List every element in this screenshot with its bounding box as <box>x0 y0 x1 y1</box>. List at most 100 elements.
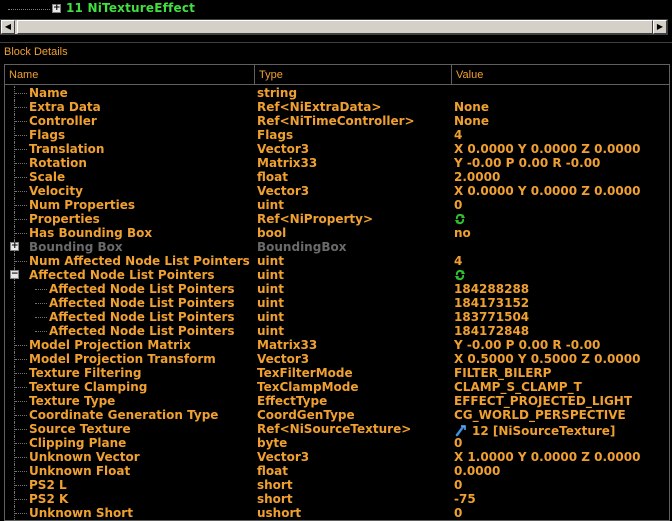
row-name: Texture Filtering <box>29 366 142 380</box>
table-row[interactable]: − Affected Node List Pointers uint <box>5 268 669 282</box>
row-name: Texture Type <box>29 394 116 408</box>
table-row[interactable]: Controller Ref<NiTimeController> None <box>5 114 669 128</box>
block-details-table: Name Type Value Name string Extra Data Ref<… <box>4 64 670 521</box>
column-header-type[interactable]: Type <box>255 65 452 84</box>
tree-expand-icon[interactable]: + <box>52 4 61 13</box>
row-value[interactable]: 184288288 <box>454 282 529 296</box>
row-value[interactable]: 2.0000 <box>454 170 500 184</box>
table-row[interactable]: Affected Node List Pointers uint 184288288 <box>5 282 669 296</box>
row-value[interactable]: X 0.5000 Y 0.5000 Z 0.0000 <box>454 352 640 366</box>
column-header-name[interactable]: Name <box>5 65 255 84</box>
table-row[interactable]: Translation Vector3 X 0.0000 Y 0.0000 Z 0.… <box>5 142 669 156</box>
table-row[interactable]: Texture Type EffectType EFFECT_PROJECTED_L… <box>5 394 669 408</box>
table-row[interactable]: Unknown Short ushort 0 <box>5 506 669 520</box>
row-value[interactable]: EFFECT_PROJECTED_LIGHT <box>454 394 632 408</box>
row-type: Ref<NiProperty> <box>257 212 374 226</box>
table-row[interactable]: Num Affected Node List Pointers uint 4 <box>5 254 669 268</box>
table-row[interactable]: Unknown Float float 0.0000 <box>5 464 669 478</box>
table-row[interactable]: PS2 L short 0 <box>5 478 669 492</box>
row-value[interactable]: 4 <box>454 128 462 142</box>
table-row[interactable]: Clipping Plane byte 0 <box>5 436 669 450</box>
table-row[interactable]: Texture Filtering TexFilterMode FILTER_BIL… <box>5 366 669 380</box>
table-row[interactable]: Coordinate Generation Type CoordGenType CG… <box>5 408 669 422</box>
tree-guide-line <box>15 261 27 262</box>
link-icon[interactable] <box>454 213 466 225</box>
tree-row-nitextureeffect[interactable]: + 11 NiTextureEffect <box>0 0 668 18</box>
row-value[interactable]: CLAMP_S_CLAMP_T <box>454 380 582 394</box>
table-row[interactable]: Flags Flags 4 <box>5 128 669 142</box>
row-value[interactable] <box>454 212 466 227</box>
tree-guide-line <box>15 107 27 108</box>
row-value[interactable]: 4 <box>454 254 462 268</box>
row-value[interactable]: 183771504 <box>454 310 529 324</box>
table-row[interactable]: Affected Node List Pointers uint 184173152 <box>5 296 669 310</box>
row-value[interactable]: 0.0000 <box>454 464 500 478</box>
table-row[interactable]: Num Properties uint 0 <box>5 198 669 212</box>
scroll-right-arrow-icon[interactable]: ▶ <box>653 20 667 34</box>
row-value[interactable]: None <box>454 100 489 114</box>
table-row[interactable]: Name string <box>5 86 669 100</box>
row-value[interactable]: Y -0.00 P 0.00 R -0.00 <box>454 156 600 170</box>
table-row[interactable]: Affected Node List Pointers uint 184172848 <box>5 324 669 338</box>
row-value-text: X 1.0000 Y 0.0000 Z 0.0000 <box>454 450 641 464</box>
row-value-text: X 0.5000 Y 0.5000 Z 0.0000 <box>454 352 641 366</box>
table-row[interactable]: + Bounding Box BoundingBox <box>5 240 669 254</box>
row-value[interactable]: 0 <box>454 436 462 450</box>
row-name: Affected Node List Pointers <box>49 282 235 296</box>
row-value[interactable]: FILTER_BILERP <box>454 366 551 380</box>
table-row[interactable]: Model Projection Transform Vector3 X 0.500… <box>5 352 669 366</box>
tree-guide-line <box>35 303 47 304</box>
table-row[interactable]: Texture Clamping TexClampMode CLAMP_S_CLAM… <box>5 380 669 394</box>
panel-divider[interactable] <box>0 42 672 43</box>
row-value[interactable]: 184172848 <box>454 324 529 338</box>
row-value[interactable] <box>454 268 466 283</box>
row-value[interactable]: X 0.0000 Y 0.0000 Z 0.0000 <box>454 184 640 198</box>
row-value-text: 0 <box>454 478 463 492</box>
tree-node-label[interactable]: 11 NiTextureEffect <box>66 1 195 15</box>
row-value[interactable]: 0 <box>454 198 462 212</box>
row-type: uint <box>257 324 284 338</box>
row-value[interactable]: 0 <box>454 506 462 520</box>
row-value[interactable]: Y -0.00 P 0.00 R -0.00 <box>454 338 600 352</box>
tree-guide-line <box>15 191 27 192</box>
row-type: Vector3 <box>257 352 310 366</box>
row-type: float <box>257 170 288 184</box>
row-type: uint <box>257 198 284 212</box>
row-name: Num Affected Node List Pointers <box>29 254 250 268</box>
tree-guide-line <box>15 485 27 486</box>
table-row[interactable]: PS2 K short -75 <box>5 492 669 506</box>
table-row[interactable]: Rotation Matrix33 Y -0.00 P 0.00 R -0.00 <box>5 156 669 170</box>
table-row[interactable]: Properties Ref<NiProperty> <box>5 212 669 226</box>
table-row[interactable]: Affected Node List Pointers uint 183771504 <box>5 310 669 324</box>
expand-icon[interactable]: + <box>10 242 19 251</box>
row-name: Unknown Short <box>29 506 133 520</box>
column-header-value[interactable]: Value <box>452 65 669 84</box>
table-row[interactable]: Velocity Vector3 X 0.0000 Y 0.0000 Z 0.000… <box>5 184 669 198</box>
table-row[interactable]: Unknown Vector Vector3 X 1.0000 Y 0.0000 Z… <box>5 450 669 464</box>
scrollbar-thumb[interactable] <box>17 20 653 34</box>
row-value[interactable]: no <box>454 226 471 240</box>
row-value[interactable]: X 0.0000 Y 0.0000 Z 0.0000 <box>454 142 640 156</box>
row-value-text: 184172848 <box>454 324 530 338</box>
table-row[interactable]: Model Projection Matrix Matrix33 Y -0.00 P… <box>5 338 669 352</box>
tree-guide-line <box>15 401 27 402</box>
table-row[interactable]: Scale float 2.0000 <box>5 170 669 184</box>
row-value[interactable]: -75 <box>454 492 476 506</box>
tree-horizontal-scrollbar[interactable]: ◀ ▶ <box>0 19 668 35</box>
table-row[interactable]: Source Texture Ref<NiSourceTexture> 12 [Ni… <box>5 422 669 438</box>
row-value[interactable]: None <box>454 114 489 128</box>
row-type: Vector3 <box>257 450 310 464</box>
collapse-icon[interactable]: − <box>10 270 19 279</box>
row-value-text: Y -0.00 P 0.00 R -0.00 <box>454 156 601 170</box>
row-value[interactable]: X 1.0000 Y 0.0000 Z 0.0000 <box>454 450 640 464</box>
link-icon[interactable] <box>454 269 466 281</box>
row-value[interactable]: 0 <box>454 478 462 492</box>
row-value[interactable]: 184173152 <box>454 296 529 310</box>
table-row[interactable]: Has Bounding Box bool no <box>5 226 669 240</box>
row-value-text: 0 <box>454 436 463 450</box>
tree-guide-line <box>14 310 15 324</box>
scroll-left-arrow-icon[interactable]: ◀ <box>1 20 15 34</box>
row-name: Model Projection Matrix <box>29 338 191 352</box>
table-row[interactable]: Extra Data Ref<NiExtraData> None <box>5 100 669 114</box>
row-value[interactable]: CG_WORLD_PERSPECTIVE <box>454 408 626 422</box>
